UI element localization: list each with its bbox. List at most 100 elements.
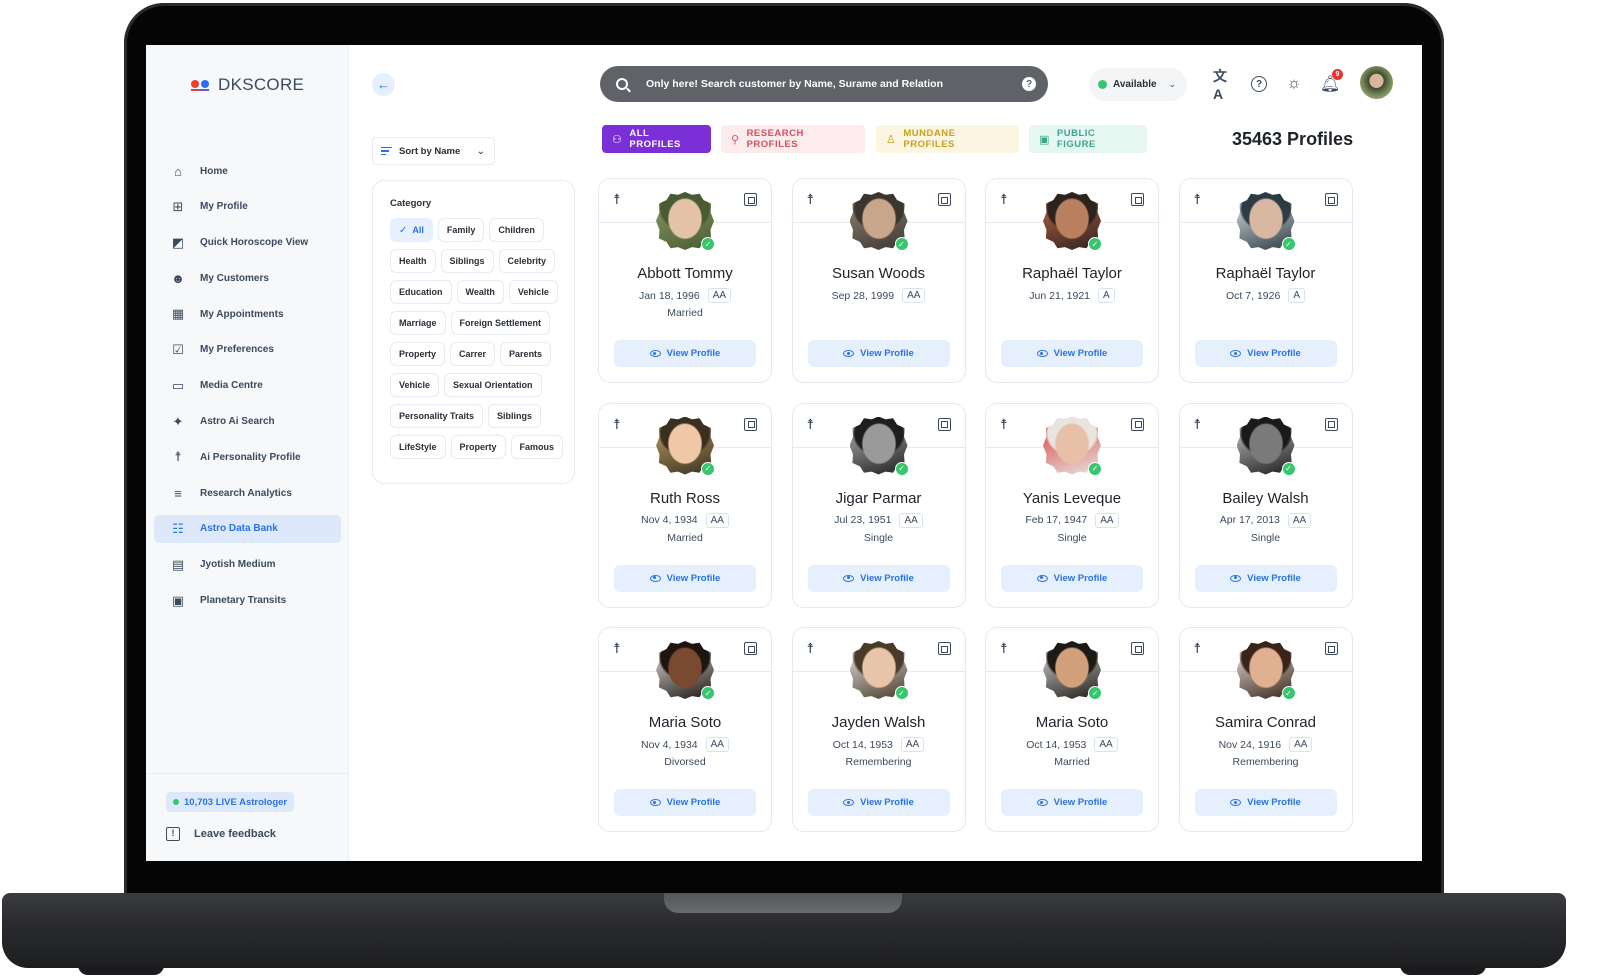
- tab-label: RESEARCH PROFILES: [746, 128, 804, 150]
- id-card-icon: ▣: [1039, 133, 1050, 146]
- ai-personality-icon[interactable]: ☨: [1000, 640, 1008, 657]
- category-chip-family[interactable]: Family: [437, 218, 485, 242]
- ai-personality-icon[interactable]: ☨: [1194, 191, 1202, 208]
- chip-label: Famous: [519, 442, 555, 452]
- category-chip-marriage[interactable]: Marriage: [390, 311, 446, 335]
- category-chip-property[interactable]: Property: [390, 342, 446, 366]
- view-profile-button[interactable]: View Profile: [1194, 340, 1337, 367]
- horoscope-chart-icon[interactable]: [1324, 642, 1338, 655]
- sidebar-divider: [146, 773, 349, 774]
- category-chip-carrer[interactable]: Carrer: [450, 342, 496, 366]
- view-profile-button[interactable]: View Profile: [807, 564, 950, 592]
- sidebar-item-my-profile[interactable]: ⊞ My Profile: [154, 193, 341, 221]
- logo[interactable]: DKSCORE: [191, 75, 304, 95]
- view-profile-button[interactable]: View Profile: [614, 564, 756, 592]
- category-chip-vehicle[interactable]: Vehicle: [390, 373, 440, 397]
- horoscope-chart-icon[interactable]: [1324, 193, 1338, 206]
- live-astrologer-count: 10,703 LIVE Astrologer: [184, 796, 288, 808]
- tab-public-figure[interactable]: ▣ PUBLIC FIGURE: [1029, 125, 1147, 153]
- horoscope-chart-icon[interactable]: [1131, 642, 1144, 655]
- ai-personality-icon[interactable]: ☨: [1194, 640, 1202, 657]
- ai-personality-icon[interactable]: ☨: [807, 416, 815, 433]
- sidebar-item-research-analytics[interactable]: ≡ Research Analytics: [154, 479, 341, 507]
- view-profile-button[interactable]: View Profile: [1001, 564, 1143, 592]
- category-chip-celebrity[interactable]: Celebrity: [498, 249, 556, 273]
- eye-icon: [649, 799, 661, 806]
- category-chip-personality-traits[interactable]: Personality Traits: [390, 404, 484, 428]
- help-button[interactable]: ?: [1248, 73, 1270, 95]
- view-profile-button[interactable]: View Profile: [807, 789, 950, 816]
- horoscope-chart-icon[interactable]: [744, 193, 757, 206]
- sidebar-item-astro-data-bank[interactable]: ☷ Astro Data Bank: [154, 514, 341, 543]
- view-profile-button[interactable]: View Profile: [1001, 340, 1143, 367]
- search-input[interactable]: Only here! Search customer by Name, Sura…: [646, 78, 1022, 90]
- horoscope-chart-icon[interactable]: [937, 417, 951, 431]
- view-profile-button[interactable]: View Profile: [1194, 564, 1337, 592]
- view-profile-button[interactable]: View Profile: [807, 340, 950, 367]
- category-chip-health[interactable]: Health: [390, 249, 436, 273]
- tab-all-profiles[interactable]: ⚇ ALL PROFILES: [602, 125, 711, 153]
- ai-personality-icon[interactable]: ☨: [807, 640, 815, 657]
- user-avatar[interactable]: [1360, 66, 1393, 99]
- live-astrologer-badge[interactable]: 10,703 LIVE Astrologer: [166, 792, 295, 812]
- horoscope-chart-icon[interactable]: [744, 417, 757, 431]
- leave-feedback-button[interactable]: ! Leave feedback: [166, 827, 276, 841]
- category-chip-parents[interactable]: Parents: [500, 342, 552, 366]
- category-chip-children[interactable]: Children: [489, 218, 544, 242]
- view-profile-button[interactable]: View Profile: [614, 789, 756, 816]
- eye-icon: [1036, 574, 1048, 582]
- sidebar-item-my-appointments[interactable]: ▦ My Appointments: [154, 300, 341, 328]
- translate-icon[interactable]: 文A: [1213, 68, 1235, 102]
- profile-birth-date: Jun 21, 1921: [1029, 289, 1091, 302]
- sidebar-item-quick-horoscope-view[interactable]: ◩ Quick Horoscope View: [154, 229, 341, 257]
- category-chip-siblings[interactable]: Siblings: [488, 404, 542, 428]
- ai-personality-icon[interactable]: ☨: [613, 640, 621, 657]
- sidebar-item-my-preferences[interactable]: ☑ My Preferences: [154, 336, 341, 364]
- search-help-icon[interactable]: ?: [1022, 77, 1036, 91]
- tab-research-profiles[interactable]: ⚲ RESEARCH PROFILES: [721, 125, 865, 153]
- category-chip-wealth[interactable]: Wealth: [456, 280, 504, 304]
- horoscope-chart-icon[interactable]: [1324, 417, 1338, 431]
- tab-mundane-profiles[interactable]: ♙ MUNDANE PROFILES: [876, 125, 1019, 153]
- theme-toggle-icon[interactable]: ☼: [1283, 73, 1305, 95]
- view-profile-button[interactable]: View Profile: [1194, 789, 1337, 816]
- ai-personality-icon[interactable]: ☨: [613, 416, 621, 433]
- view-profile-button[interactable]: View Profile: [1001, 789, 1143, 816]
- sidebar-item-astro-ai-search[interactable]: ✦ Astro Ai Search: [154, 408, 341, 436]
- sort-lines-icon: [381, 145, 392, 158]
- eye-icon: [843, 350, 855, 357]
- category-chip-lifestyle[interactable]: LifeStyle: [390, 435, 446, 459]
- category-chip-property[interactable]: Property: [450, 435, 506, 459]
- horoscope-chart-icon[interactable]: [937, 193, 951, 206]
- category-chip-vehicle[interactable]: Vehicle: [508, 280, 558, 304]
- category-chip-famous[interactable]: Famous: [510, 435, 564, 459]
- sidebar-item-planetary-transits[interactable]: ▣ Planetary Transits: [154, 587, 341, 615]
- sidebar-item-my-customers[interactable]: ☻ My Customers: [154, 264, 341, 292]
- horoscope-chart-icon[interactable]: [744, 642, 757, 655]
- ai-personality-icon[interactable]: ☨: [1000, 416, 1008, 433]
- horoscope-chart-icon[interactable]: [1131, 417, 1144, 431]
- horoscope-chart-icon[interactable]: [937, 642, 951, 655]
- availability-dropdown[interactable]: Available ⌄: [1089, 68, 1187, 101]
- category-chip-foreign-settlement[interactable]: Foreign Settlement: [450, 311, 551, 335]
- ai-personality-icon[interactable]: ☨: [1194, 416, 1202, 433]
- category-chip-sexual-orientation[interactable]: Sexual Orientation: [444, 373, 542, 397]
- ai-personality-icon[interactable]: ☨: [807, 191, 815, 208]
- category-chip-all[interactable]: ✓ All: [390, 218, 433, 242]
- back-button[interactable]: ←: [372, 73, 395, 96]
- ai-personality-icon[interactable]: ☨: [1000, 191, 1008, 208]
- notifications-button[interactable]: 🔔︎ 9: [1319, 69, 1343, 95]
- sort-dropdown[interactable]: Sort by Name ⌄: [372, 137, 495, 165]
- rodden-rating-badge: AA: [1287, 512, 1312, 528]
- category-chip-education[interactable]: Education: [390, 280, 452, 304]
- category-chip-siblings[interactable]: Siblings: [440, 249, 494, 273]
- horoscope-chart-icon[interactable]: [1131, 193, 1144, 206]
- data-bank-icon: ☷: [172, 520, 184, 536]
- ai-personality-icon[interactable]: ☨: [613, 191, 621, 208]
- sidebar-item-home[interactable]: ⌂ Home: [154, 157, 341, 185]
- sidebar-item-ai-personality-profile[interactable]: ☨ Ai Personality Profile: [154, 443, 341, 471]
- sidebar-item-jyotish-medium[interactable]: ▤ Jyotish Medium: [154, 551, 341, 579]
- sidebar-item-media-centre[interactable]: ▭ Media Centre: [154, 372, 341, 400]
- view-profile-button[interactable]: View Profile: [614, 340, 756, 367]
- search-bar[interactable]: Only here! Search customer by Name, Sura…: [600, 66, 1048, 102]
